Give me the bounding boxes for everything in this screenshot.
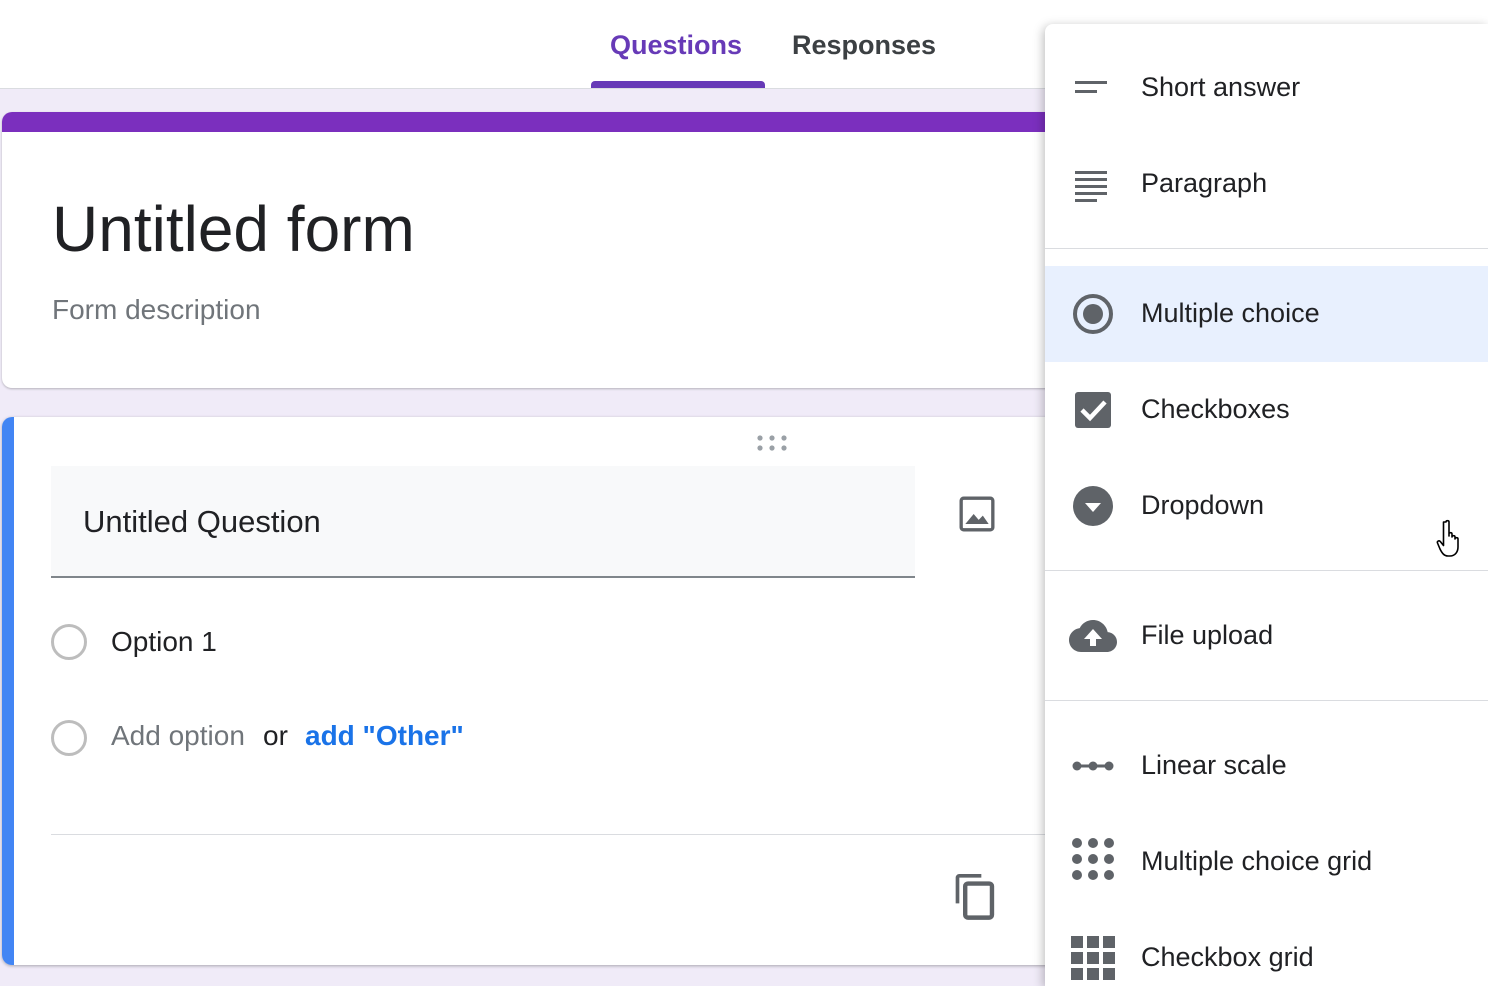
short-answer-icon — [1075, 81, 1107, 93]
menu-item-linear-scale[interactable]: Linear scale — [1045, 718, 1488, 814]
option-1-input[interactable]: Option 1 — [111, 626, 217, 658]
question-card[interactable]: Untitled Question Option 1 Add option or… — [2, 417, 1102, 965]
radio-button-icon — [1073, 294, 1113, 334]
menu-item-multiple-choice-grid[interactable]: Multiple choice grid — [1045, 814, 1488, 910]
menu-label: Checkboxes — [1141, 394, 1290, 424]
menu-item-checkboxes[interactable]: Checkboxes — [1045, 362, 1488, 458]
duplicate-icon[interactable] — [952, 872, 996, 920]
add-option-input[interactable]: Add option — [111, 720, 245, 752]
add-image-icon[interactable] — [957, 494, 997, 534]
menu-label: Multiple choice grid — [1141, 846, 1373, 876]
question-type-menu: Short answer Paragraph Multiple choice C… — [1045, 24, 1488, 986]
or-label: or — [263, 720, 288, 751]
menu-label: Paragraph — [1141, 168, 1268, 198]
add-other-link[interactable]: add "Other" — [305, 720, 464, 752]
option-radio-icon — [51, 624, 87, 660]
menu-item-file-upload[interactable]: File upload — [1045, 588, 1488, 684]
hand-pointer-cursor-icon — [1436, 519, 1459, 557]
menu-item-short-answer[interactable]: Short answer — [1045, 40, 1488, 136]
menu-separator — [1045, 570, 1488, 571]
question-title-field[interactable]: Untitled Question — [51, 466, 915, 578]
menu-label: File upload — [1141, 620, 1274, 650]
menu-label: Linear scale — [1141, 750, 1287, 780]
menu-label: Checkbox grid — [1141, 942, 1314, 972]
squares-grid-icon — [1071, 936, 1115, 980]
form-description-input[interactable]: Form description — [52, 294, 261, 326]
checkbox-icon — [1075, 392, 1111, 428]
menu-item-checkbox-grid[interactable]: Checkbox grid — [1045, 910, 1488, 986]
form-title-input[interactable]: Untitled form — [52, 192, 415, 266]
menu-separator — [1045, 248, 1488, 249]
linear-scale-icon — [1072, 761, 1114, 771]
menu-item-paragraph[interactable]: Paragraph — [1045, 136, 1488, 232]
active-tab-indicator — [591, 81, 765, 88]
dots-grid-icon — [1072, 838, 1114, 880]
form-header-card: Untitled form Form description — [2, 112, 1102, 388]
tab-questions[interactable]: Questions — [610, 30, 742, 61]
menu-item-multiple-choice[interactable]: Multiple choice — [1045, 266, 1488, 362]
menu-label: Short answer — [1141, 72, 1301, 102]
tab-responses[interactable]: Responses — [792, 30, 936, 61]
question-title-text: Untitled Question — [83, 504, 321, 539]
menu-separator — [1045, 700, 1488, 701]
drag-handle-icon[interactable] — [754, 433, 790, 453]
dropdown-circle-icon — [1073, 486, 1113, 526]
active-card-indicator — [2, 417, 14, 965]
cloud-upload-icon — [1069, 620, 1117, 652]
form-accent-bar — [2, 112, 1102, 132]
card-footer-divider — [51, 834, 1102, 835]
add-option-radio-icon — [51, 720, 87, 756]
menu-item-dropdown[interactable]: Dropdown — [1045, 458, 1488, 554]
paragraph-icon — [1075, 171, 1107, 202]
menu-label: Multiple choice — [1141, 298, 1320, 328]
menu-label: Dropdown — [1141, 490, 1265, 520]
